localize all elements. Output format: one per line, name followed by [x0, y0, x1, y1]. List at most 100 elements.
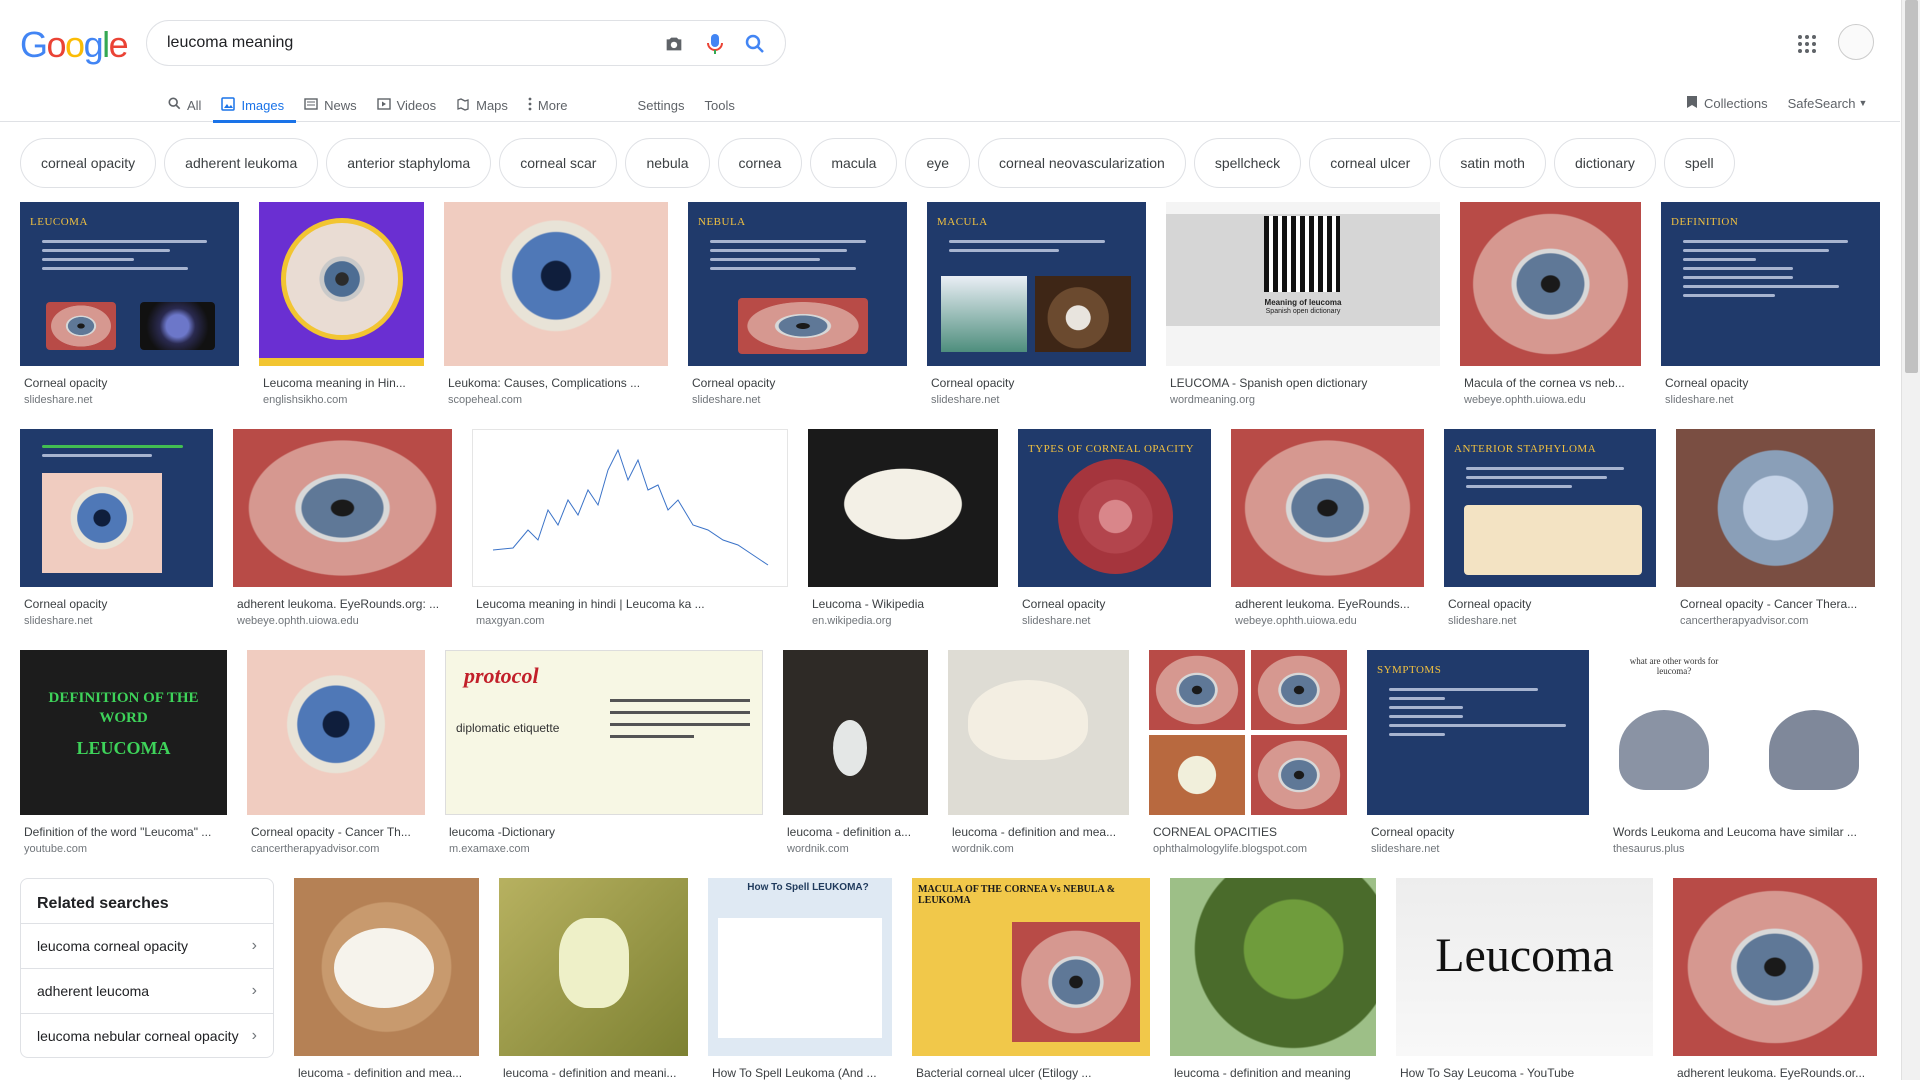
- image-thumbnail[interactable]: TYPES OF CORNEAL OPACITY: [1018, 429, 1211, 587]
- image-source[interactable]: cancertherapyadvisor.com: [1676, 615, 1875, 627]
- image-source[interactable]: wordnik.com: [783, 843, 928, 855]
- safesearch-button[interactable]: SafeSearch ▼: [1788, 96, 1868, 111]
- related-search-item[interactable]: leucoma corneal opacity ›: [21, 923, 273, 968]
- image-source[interactable]: cancertherapyadvisor.com: [247, 843, 425, 855]
- image-caption[interactable]: How To Spell Leukoma (And ...: [708, 1066, 892, 1080]
- image-thumbnail[interactable]: [1170, 878, 1376, 1056]
- image-result[interactable]: MACULA OF THE CORNEA Vs NEBULA & LEUKOMA…: [912, 878, 1150, 1080]
- image-result[interactable]: Leucoma meaning in Hin... englishsikho.c…: [259, 202, 424, 406]
- image-thumbnail[interactable]: [1673, 878, 1877, 1056]
- image-thumbnail[interactable]: [808, 429, 998, 587]
- image-result[interactable]: leucoma - definition a... wordnik.com: [783, 650, 928, 855]
- chip[interactable]: adherent leukoma: [164, 138, 319, 188]
- image-result[interactable]: DEFINITION Corneal opacity slideshare.ne…: [1661, 202, 1880, 406]
- image-caption[interactable]: Macula of the cornea vs neb...: [1460, 376, 1641, 390]
- image-source[interactable]: wordmeaning.org: [1166, 394, 1440, 406]
- avatar[interactable]: [1838, 24, 1874, 60]
- search-input[interactable]: [167, 31, 627, 55]
- image-result[interactable]: Leucoma - Wikipedia en.wikipedia.org: [808, 429, 998, 627]
- image-source[interactable]: englishsikho.com: [259, 394, 424, 406]
- image-thumbnail[interactable]: DEFINITION OF THE WORD LEUCOMA: [20, 650, 227, 815]
- image-thumbnail[interactable]: [247, 650, 425, 815]
- image-source[interactable]: slideshare.net: [688, 394, 907, 406]
- image-result[interactable]: Leucoma meaning in hindi | Leucoma ka ..…: [472, 429, 788, 627]
- image-caption[interactable]: leucoma - definition and meaning: [1170, 1066, 1376, 1080]
- chip[interactable]: corneal neovascularization: [978, 138, 1186, 188]
- image-thumbnail[interactable]: [499, 878, 688, 1056]
- image-result[interactable]: TYPES OF CORNEAL OPACITY Corneal opacity…: [1018, 429, 1211, 627]
- chip[interactable]: satin moth: [1439, 138, 1546, 188]
- image-source[interactable]: youtube.com: [20, 843, 227, 855]
- image-caption[interactable]: Corneal opacity: [20, 376, 239, 390]
- image-thumbnail[interactable]: [472, 429, 788, 587]
- image-thumbnail[interactable]: NEBULA: [688, 202, 907, 366]
- chip[interactable]: corneal ulcer: [1309, 138, 1432, 188]
- image-source[interactable]: webeye.ophth.uiowa.edu: [1460, 394, 1641, 406]
- image-thumbnail[interactable]: MACULA OF THE CORNEA Vs NEBULA & LEUKOMA: [912, 878, 1150, 1056]
- image-source[interactable]: slideshare.net: [927, 394, 1146, 406]
- image-result[interactable]: Corneal opacity - Cancer Thera... cancer…: [1676, 429, 1875, 627]
- tab-more[interactable]: More: [520, 88, 580, 122]
- tab-tools[interactable]: Tools: [697, 88, 747, 122]
- chip[interactable]: spellcheck: [1193, 138, 1302, 188]
- image-result[interactable]: MACULA Corneal opacity slideshare.net: [927, 202, 1146, 406]
- image-result[interactable]: LEUCOMA Corneal opacity slideshare.net: [20, 202, 239, 406]
- image-thumbnail[interactable]: [20, 429, 213, 587]
- image-thumbnail[interactable]: [948, 650, 1129, 815]
- related-search-item[interactable]: leucoma nebular corneal opacity ›: [21, 1013, 273, 1058]
- tab-videos[interactable]: Videos: [369, 88, 449, 122]
- image-caption[interactable]: leucoma -Dictionary: [445, 825, 763, 839]
- image-thumbnail[interactable]: [259, 202, 424, 366]
- image-result[interactable]: CORNEAL OPACITIES ophthalmologylife.blog…: [1149, 650, 1347, 855]
- image-caption[interactable]: leucoma - definition and meani...: [499, 1066, 688, 1080]
- image-result[interactable]: leucoma - definition and mea... wordnik.…: [948, 650, 1129, 855]
- image-result[interactable]: SYMPTOMS Corneal opacity slideshare.net: [1367, 650, 1589, 855]
- image-result[interactable]: Corneal opacity - Cancer Th... cancerthe…: [247, 650, 425, 855]
- image-caption[interactable]: Corneal opacity - Cancer Th...: [247, 825, 425, 839]
- image-thumbnail[interactable]: [1231, 429, 1424, 587]
- image-caption[interactable]: Bacterial corneal ulcer (Etilogy ...: [912, 1066, 1150, 1080]
- image-source[interactable]: thesaurus.plus: [1609, 843, 1879, 855]
- image-source[interactable]: ophthalmologylife.blogspot.com: [1149, 843, 1347, 855]
- image-thumbnail[interactable]: DEFINITION: [1661, 202, 1880, 366]
- image-source[interactable]: slideshare.net: [1018, 615, 1211, 627]
- chip[interactable]: eye: [905, 138, 971, 188]
- image-thumbnail[interactable]: [233, 429, 452, 587]
- image-thumbnail[interactable]: [294, 878, 479, 1056]
- image-caption[interactable]: Leukoma: Causes, Complications ...: [444, 376, 668, 390]
- image-caption[interactable]: Corneal opacity: [1661, 376, 1880, 390]
- image-thumbnail[interactable]: [1460, 202, 1641, 366]
- image-caption[interactable]: Definition of the word "Leucoma" ...: [20, 825, 227, 839]
- image-caption[interactable]: Leucoma meaning in hindi | Leucoma ka ..…: [472, 597, 788, 611]
- camera-icon[interactable]: [662, 32, 686, 56]
- image-caption[interactable]: LEUCOMA - Spanish open dictionary: [1166, 376, 1440, 390]
- image-source[interactable]: slideshare.net: [1444, 615, 1656, 627]
- image-thumbnail[interactable]: SYMPTOMS: [1367, 650, 1589, 815]
- image-result[interactable]: what are other words for leucoma? Words …: [1609, 650, 1879, 855]
- image-caption[interactable]: Leucoma meaning in Hin...: [259, 376, 424, 390]
- image-thumbnail[interactable]: Meaning of leucoma Spanish open dictiona…: [1166, 202, 1440, 366]
- image-source[interactable]: scopeheal.com: [444, 394, 668, 406]
- image-thumbnail[interactable]: [1149, 650, 1347, 815]
- image-thumbnail[interactable]: Leucoma: [1396, 878, 1653, 1056]
- chip[interactable]: cornea: [717, 138, 803, 188]
- tab-maps[interactable]: Maps: [448, 88, 520, 122]
- scrollbar-thumb[interactable]: [1905, 0, 1918, 373]
- image-caption[interactable]: How To Say Leucoma - YouTube: [1396, 1066, 1653, 1080]
- image-result[interactable]: How To Spell LEUKOMA? How To Spell Leuko…: [708, 878, 892, 1080]
- image-caption[interactable]: Corneal opacity: [1018, 597, 1211, 611]
- chip[interactable]: dictionary: [1553, 138, 1656, 188]
- image-caption[interactable]: Corneal opacity: [1367, 825, 1589, 839]
- image-caption[interactable]: Corneal opacity - Cancer Thera...: [1676, 597, 1875, 611]
- search-icon[interactable]: [743, 32, 767, 56]
- apps-grid-icon[interactable]: [1795, 32, 1819, 56]
- image-result[interactable]: adherent leukoma. EyeRounds... webeye.op…: [1231, 429, 1424, 627]
- tab-news[interactable]: News: [296, 88, 369, 122]
- image-result[interactable]: Corneal opacity slideshare.net: [20, 429, 213, 627]
- image-source[interactable]: wordnik.com: [948, 843, 1129, 855]
- image-result[interactable]: adherent leukoma. EyeRounds.org: ... web…: [233, 429, 452, 627]
- image-result[interactable]: Meaning of leucoma Spanish open dictiona…: [1166, 202, 1440, 406]
- image-thumbnail[interactable]: ANTERIOR STAPHYLOMA: [1444, 429, 1656, 587]
- image-caption[interactable]: Corneal opacity: [20, 597, 213, 611]
- image-thumbnail[interactable]: protocol diplomatic etiquette: [445, 650, 763, 815]
